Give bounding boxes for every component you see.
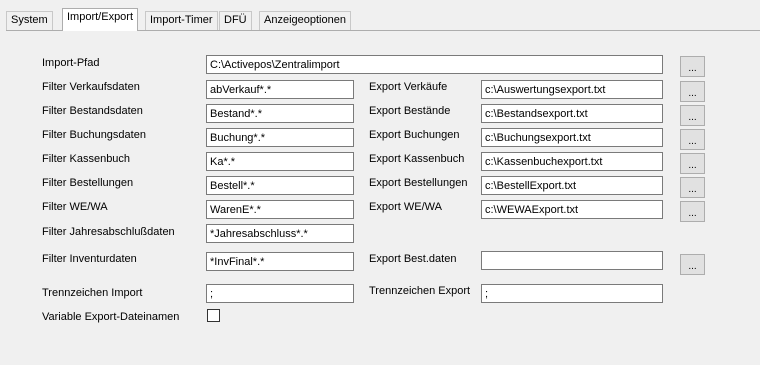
trennzeichen-import-label: Trennzeichen Import (42, 287, 143, 299)
trennzeichen-export-label: Trennzeichen Export (369, 285, 471, 297)
export-bestaende-input[interactable] (481, 104, 663, 123)
filter-inventurdaten-input[interactable] (206, 252, 354, 271)
filter-kassenbuch-label: Filter Kassenbuch (42, 153, 131, 165)
export-wewa-browse-button[interactable]: ... (680, 201, 705, 222)
export-verkaeufe-label: Export Verkäufe (369, 81, 448, 93)
export-bestellungen-label: Export Bestellungen (369, 177, 468, 189)
variable-export-label: Variable Export-Dateinamen (42, 311, 180, 323)
import-path-label: Import-Pfad (42, 57, 100, 69)
export-kassenbuch-browse-button[interactable]: ... (680, 153, 705, 174)
export-verkaeufe-browse-button[interactable]: ... (680, 81, 705, 102)
tab-dfue[interactable]: DFÜ (219, 11, 252, 30)
filter-jahresabschluss-label: Filter Jahresabschlußdaten (42, 226, 175, 238)
filter-verkaufsdaten-input[interactable] (206, 80, 354, 99)
filter-buchungsdaten-label: Filter Buchungsdaten (42, 129, 146, 141)
export-bestaende-label: Export Bestände (369, 105, 451, 117)
export-bestellungen-browse-button[interactable]: ... (680, 177, 705, 198)
import-path-input[interactable] (206, 55, 663, 74)
tab-system[interactable]: System (6, 11, 53, 30)
trennzeichen-export-input[interactable] (481, 284, 663, 303)
import-path-browse-button[interactable]: ... (680, 56, 705, 77)
export-kassenbuch-input[interactable] (481, 152, 663, 171)
export-bestdaten-input[interactable] (481, 251, 663, 270)
export-kassenbuch-label: Export Kassenbuch (369, 153, 465, 165)
filter-wewa-label: Filter WE/WA (42, 201, 108, 213)
filter-kassenbuch-input[interactable] (206, 152, 354, 171)
filter-buchungsdaten-input[interactable] (206, 128, 354, 147)
export-bestaende-browse-button[interactable]: ... (680, 105, 705, 126)
export-buchungen-browse-button[interactable]: ... (680, 129, 705, 150)
export-wewa-label: Export WE/WA (369, 201, 442, 213)
tab-strip: System Import/Export Import-Timer DFÜ An… (0, 0, 760, 33)
export-bestellungen-input[interactable] (481, 176, 663, 195)
filter-bestellungen-input[interactable] (206, 176, 354, 195)
filter-wewa-input[interactable] (206, 200, 354, 219)
variable-export-checkbox[interactable] (207, 309, 220, 322)
export-bestdaten-browse-button[interactable]: ... (680, 254, 705, 275)
export-bestdaten-label: Export Best.daten (369, 253, 457, 265)
export-buchungen-input[interactable] (481, 128, 663, 147)
filter-inventurdaten-label: Filter Inventurdaten (42, 253, 137, 265)
tab-import-export[interactable]: Import/Export (62, 8, 139, 31)
tab-import-timer[interactable]: Import-Timer (145, 11, 218, 30)
export-wewa-input[interactable] (481, 200, 663, 219)
filter-bestandsdaten-label: Filter Bestandsdaten (42, 105, 143, 117)
tab-anzeigeoptionen[interactable]: Anzeigeoptionen (259, 11, 351, 30)
filter-bestellungen-label: Filter Bestellungen (42, 177, 134, 189)
filter-bestandsdaten-input[interactable] (206, 104, 354, 123)
export-verkaeufe-input[interactable] (481, 80, 663, 99)
filter-verkaufsdaten-label: Filter Verkaufsdaten (42, 81, 140, 93)
export-buchungen-label: Export Buchungen (369, 129, 460, 141)
filter-jahresabschluss-input[interactable] (206, 224, 354, 243)
trennzeichen-import-input[interactable] (206, 284, 354, 303)
